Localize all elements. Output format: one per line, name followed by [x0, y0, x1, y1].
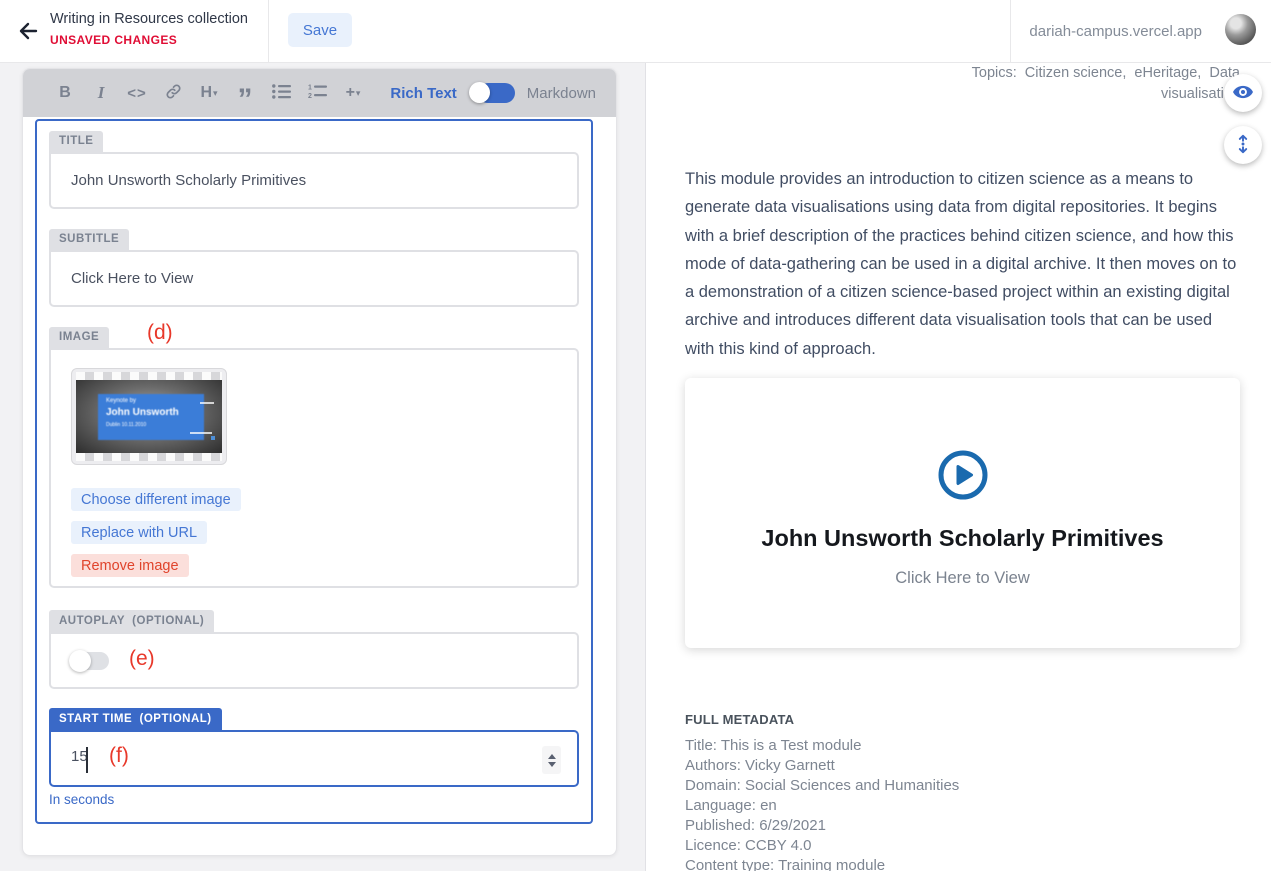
- annotation-d: (d): [147, 321, 173, 345]
- svg-text:2: 2: [308, 93, 312, 99]
- autoplay-widget: (e): [49, 632, 579, 689]
- entry-title-block: Writing in Resources collection UNSAVED …: [50, 11, 248, 47]
- heading-button[interactable]: H▾: [191, 78, 227, 108]
- numbered-list-button[interactable]: 12: [299, 78, 335, 108]
- video-card-subtitle: Click Here to View: [685, 569, 1240, 588]
- thumbnail-dash: [200, 402, 214, 404]
- user-avatar[interactable]: [1225, 14, 1256, 45]
- markdown-label: Markdown: [527, 85, 596, 102]
- video-preview-card[interactable]: John Unsworth Scholarly Primitives Click…: [685, 378, 1240, 648]
- plus-icon: +: [346, 84, 355, 102]
- eye-icon: [1232, 81, 1254, 106]
- preview-pane: Topics: Citizen science, eHeritage, Data…: [646, 63, 1271, 871]
- bold-button[interactable]: B: [47, 78, 83, 108]
- bulleted-list-icon: [272, 84, 291, 102]
- filmstrip-bottom: [76, 453, 222, 461]
- video-card-title: John Unsworth Scholarly Primitives: [685, 525, 1240, 552]
- text-cursor: [86, 747, 88, 773]
- metadata-row: Content type: Training module: [685, 856, 1242, 871]
- image-widget: Keynote by John Unsworth Dublin 10.11.20…: [49, 348, 579, 588]
- metadata-row: Domain: Social Sciences and Humanities: [685, 776, 1242, 796]
- thumbnail-dot: [211, 436, 215, 440]
- topbar: Writing in Resources collection UNSAVED …: [0, 0, 1271, 63]
- autoplay-field-label: AUTOPLAY (OPTIONAL): [49, 610, 214, 632]
- svg-text:1: 1: [308, 85, 312, 92]
- start-time-widget: (f): [49, 730, 579, 787]
- choose-different-image-button[interactable]: Choose different image: [71, 488, 241, 511]
- annotation-f: (f): [109, 744, 129, 768]
- metadata-rows: Title: This is a Test module Authors: Vi…: [685, 736, 1242, 871]
- entry-title: Writing in Resources collection: [50, 11, 248, 27]
- topbar-divider-left: [268, 0, 269, 62]
- module-description: This module provides an introduction to …: [685, 165, 1243, 363]
- mode-toggle[interactable]: [469, 82, 515, 104]
- thumbnail-text-date: Dublin 10.11.2010: [106, 422, 204, 428]
- richtext-toolbar: B I <> H▾ ” 12 +▾ Rich Text: [23, 69, 616, 117]
- site-url-link[interactable]: dariah-campus.vercel.app: [1029, 23, 1202, 40]
- link-icon: [165, 83, 182, 103]
- metadata-heading: FULL METADATA: [685, 712, 1242, 727]
- autoplay-toggle[interactable]: [69, 650, 109, 672]
- italic-button[interactable]: I: [83, 78, 119, 108]
- autoplay-toggle-knob: [69, 650, 91, 672]
- italic-icon: I: [98, 83, 105, 103]
- subtitle-input[interactable]: [49, 250, 579, 307]
- thumbnail-picture: Keynote by John Unsworth Dublin 10.11.20…: [76, 380, 222, 453]
- code-button[interactable]: <>: [119, 78, 155, 108]
- start-time-hint: In seconds: [49, 792, 114, 807]
- title-input[interactable]: [49, 152, 579, 209]
- replace-with-url-button[interactable]: Replace with URL: [71, 521, 207, 544]
- save-button[interactable]: Save: [288, 13, 352, 47]
- play-icon: [685, 448, 1240, 507]
- toggle-knob: [469, 82, 490, 103]
- quote-button[interactable]: ”: [227, 78, 263, 108]
- metadata-row: Authors: Vicky Garnett: [685, 756, 1242, 776]
- add-component-button[interactable]: +▾: [335, 78, 371, 108]
- unsaved-changes-status: UNSAVED CHANGES: [50, 33, 248, 47]
- number-stepper[interactable]: [542, 746, 561, 774]
- thumbnail-signature: [190, 432, 212, 434]
- chevron-down-icon: ▾: [356, 88, 361, 99]
- full-metadata-section: FULL METADATA Title: This is a Test modu…: [685, 712, 1242, 871]
- heading-icon: H: [200, 84, 212, 102]
- link-button[interactable]: [155, 78, 191, 108]
- preview-visibility-button[interactable]: [1224, 74, 1262, 112]
- start-time-field-label: START TIME (OPTIONAL): [49, 708, 222, 730]
- image-thumbnail[interactable]: Keynote by John Unsworth Dublin 10.11.20…: [71, 368, 227, 465]
- bold-icon: B: [59, 84, 71, 102]
- remove-image-button[interactable]: Remove image: [71, 554, 189, 577]
- back-button[interactable]: [14, 17, 44, 47]
- metadata-row: Title: This is a Test module: [685, 736, 1242, 756]
- bulleted-list-button[interactable]: [263, 78, 299, 108]
- subtitle-field-label: SUBTITLE: [49, 229, 129, 250]
- video-component-fieldset: TITLE SUBTITLE IMAGE (d) Keynote by John…: [35, 119, 593, 824]
- filmstrip-top: [76, 372, 222, 380]
- chevron-down-icon: ▾: [213, 88, 218, 99]
- cms-editor-screen: Writing in Resources collection UNSAVED …: [0, 0, 1271, 871]
- annotation-e: (e): [129, 647, 155, 671]
- metadata-row: Language: en: [685, 796, 1242, 816]
- step-down-icon: [548, 762, 556, 767]
- back-arrow-icon: [17, 31, 41, 46]
- metadata-row: Licence: CCBY 4.0: [685, 836, 1242, 856]
- thumbnail-text-name: John Unsworth: [106, 407, 204, 418]
- quote-icon: ”: [238, 95, 253, 105]
- keynote-title-box: Keynote by John Unsworth Dublin 10.11.20…: [98, 394, 204, 440]
- rich-text-label: Rich Text: [390, 85, 456, 102]
- editor-mode-controls: Rich Text Markdown: [390, 82, 596, 104]
- editor-card: B I <> H▾ ” 12 +▾ Rich Text: [22, 68, 617, 856]
- numbered-list-icon: 12: [308, 84, 327, 102]
- topbar-divider-right: [1010, 0, 1011, 62]
- scroll-sync-icon: [1232, 133, 1254, 158]
- metadata-row: Published: 6/29/2021: [685, 816, 1242, 836]
- title-field-label: TITLE: [49, 131, 103, 152]
- image-field-label: IMAGE: [49, 327, 109, 348]
- topics-line: Topics: Citizen science, eHeritage, Data…: [940, 63, 1240, 105]
- step-up-icon: [548, 754, 556, 759]
- thumbnail-text-small: Keynote by: [106, 398, 204, 404]
- scroll-sync-button[interactable]: [1224, 126, 1262, 164]
- code-icon: <>: [127, 85, 147, 102]
